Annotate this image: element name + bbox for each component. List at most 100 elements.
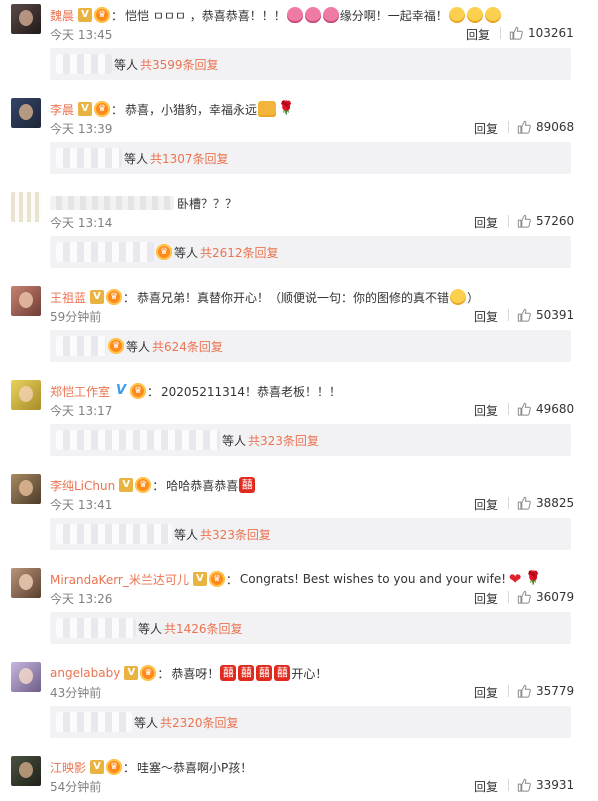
double-happiness-emoji-icon: 囍 — [256, 665, 273, 681]
comment-text: 卧槽？？？ — [177, 196, 238, 211]
comment-item: MirandaKerr_米兰达可儿 V ♛ ： Congrats! Best w… — [0, 564, 598, 658]
avatar[interactable] — [11, 4, 41, 34]
avatar[interactable] — [11, 474, 41, 504]
like-button[interactable]: 89068 — [508, 120, 574, 134]
avatar[interactable] — [11, 286, 41, 316]
username[interactable]: 郑恺工作室 — [50, 383, 110, 400]
username[interactable]: 李纯LiChun — [50, 477, 115, 494]
username[interactable]: 李晨 — [50, 101, 74, 118]
comment-content: 李纯LiChun V ♛ ： 哈哈恭喜恭喜 囍 — [50, 474, 256, 496]
fan-medal-icon: ♛ — [135, 477, 152, 493]
reply-button[interactable]: 回复 — [474, 120, 498, 137]
like-count: 89068 — [536, 120, 575, 134]
reply-button[interactable]: 回复 — [474, 778, 498, 795]
total-replies-link[interactable]: 共2612条回复 — [200, 244, 279, 261]
reply-button[interactable]: 回复 — [474, 590, 498, 607]
comment-item: angelababy V ♛ ： 恭喜呀！ 囍 囍 囍 囍 开心！ 43分钟前 … — [0, 658, 598, 752]
username[interactable]: 王祖蓝 — [50, 289, 86, 306]
blurred-usernames — [56, 54, 112, 74]
blurred-usernames — [56, 336, 106, 356]
avatar[interactable] — [11, 756, 41, 786]
avatar[interactable] — [11, 568, 41, 598]
comment-content: 江映影 V ♛ ： 哇塞～恭喜啊小P孩！ — [50, 759, 253, 776]
username[interactable]: angelababy — [50, 666, 120, 680]
double-happiness-emoji-icon: 囍 — [220, 665, 237, 681]
username[interactable]: 魏晨 — [50, 7, 74, 24]
username[interactable]: MirandaKerr_米兰达可儿 — [50, 571, 189, 588]
like-button[interactable]: 36079 — [508, 590, 574, 604]
avatar[interactable] — [11, 662, 41, 692]
comment-text: 恺恺 ㅁㅁㅁ ，恭喜恭喜！！！ — [125, 8, 286, 23]
like-button[interactable]: 103261 — [500, 26, 574, 40]
like-button[interactable]: 57260 — [508, 214, 574, 228]
total-replies-link[interactable]: 共1307条回复 — [150, 150, 229, 167]
comment-item: 魏晨 V ♛ ： 恺恺 ㅁㅁㅁ ，恭喜恭喜！！！ 缘分啊！一起幸福！ 今天 13… — [0, 0, 598, 94]
total-replies-link[interactable]: 共624条回复 — [152, 338, 223, 355]
verified-v-icon: V — [90, 290, 105, 304]
avatar[interactable] — [11, 192, 41, 222]
timestamp: 今天 13:41 — [50, 498, 113, 512]
avatar[interactable] — [11, 98, 41, 128]
sub-reply-bar[interactable]: 等人 共323条回复 — [50, 424, 571, 456]
sub-reply-bar[interactable]: ♛ 等人 共2612条回复 — [50, 236, 571, 268]
divider — [508, 215, 509, 227]
comment-text: 恭喜呀！ — [171, 666, 220, 681]
verified-v-icon: V — [90, 760, 105, 774]
comment-text: 恭喜，小猎豹，幸福永远 — [125, 102, 258, 117]
blurred-usernames — [56, 242, 154, 262]
divider — [500, 27, 501, 39]
timestamp: 43分钟前 — [50, 686, 102, 700]
laugh-emoji-icon — [448, 7, 465, 23]
timestamp: 今天 13:45 — [50, 28, 113, 42]
comment-text: 哈哈恭喜恭喜 — [166, 478, 239, 493]
sub-reply-bar[interactable]: ♛ 等人 共624条回复 — [50, 330, 571, 362]
comment-item: 卧槽？？？ 今天 13:14 回复 57260 ♛ 等人 共2612条回复 — [0, 188, 598, 282]
reply-button[interactable]: 回复 — [474, 496, 498, 513]
sub-reply-bar[interactable]: 等人 共1426条回复 — [50, 612, 571, 644]
like-button[interactable]: 33931 — [508, 778, 574, 792]
blurred-usernames — [56, 712, 132, 732]
total-replies-link[interactable]: 共2320条回复 — [160, 714, 239, 731]
reply-button[interactable]: 回复 — [466, 26, 490, 43]
like-button[interactable]: 50391 — [508, 308, 574, 322]
divider — [508, 403, 509, 415]
total-replies-link[interactable]: 共323条回复 — [248, 432, 319, 449]
sub-reply-bar[interactable]: 等人 共1307条回复 — [50, 142, 571, 174]
double-happiness-emoji-icon: 囍 — [239, 477, 256, 493]
reply-button[interactable]: 回复 — [474, 402, 498, 419]
fan-medal-icon: ♛ — [208, 571, 225, 587]
thumbs-up-icon — [517, 778, 531, 792]
comment-text: 恭喜兄弟！真替你开心！（顺便说一句：你的图修的真不错 — [137, 290, 450, 305]
reply-button[interactable]: 回复 — [474, 684, 498, 701]
reply-button[interactable]: 回复 — [474, 308, 498, 325]
fan-medal-icon: ♛ — [108, 338, 124, 354]
avatar[interactable] — [11, 380, 41, 410]
like-button[interactable]: 49680 — [508, 402, 574, 416]
laugh-emoji-icon — [484, 7, 501, 23]
fan-medal-icon: ♛ — [140, 665, 157, 681]
comment-item: 李晨 V ♛ ： 恭喜，小猎豹，幸福永远 🌹 今天 13:39 回复 89068… — [0, 94, 598, 188]
sub-reply-bar[interactable]: 等人 共323条回复 — [50, 518, 571, 550]
reply-button[interactable]: 回复 — [474, 214, 498, 231]
comment-meta: 59分钟前 回复 50391 — [50, 308, 598, 324]
comment-content: 郑恺工作室 V ♛ ： 20205211314！恭喜老板！！！ — [50, 383, 342, 400]
comment-meta: 今天 13:17 回复 49680 — [50, 402, 598, 418]
like-button[interactable]: 35779 — [508, 684, 574, 698]
sub-reply-label: 等人 — [114, 57, 139, 72]
total-replies-link[interactable]: 共3599条回复 — [140, 56, 219, 73]
sub-reply-bar[interactable]: 等人 共3599条回复 — [50, 48, 571, 80]
thumbs-up-icon — [517, 684, 531, 698]
total-replies-link[interactable]: 共323条回复 — [200, 526, 271, 543]
heart-emoji-icon — [286, 7, 303, 23]
like-count: 103261 — [528, 26, 574, 40]
sub-reply-label: 等人 — [126, 339, 151, 354]
divider — [508, 309, 509, 321]
username[interactable]: 江映影 — [50, 759, 86, 776]
thumbs-up-icon — [517, 308, 531, 322]
timestamp: 59分钟前 — [50, 310, 102, 324]
sub-reply-bar[interactable]: 等人 共2320条回复 — [50, 706, 571, 738]
like-button[interactable]: 38825 — [508, 496, 574, 510]
total-replies-link[interactable]: 共1426条回复 — [164, 620, 243, 637]
sub-reply-label: 等人 — [222, 433, 247, 448]
thumbs-up-icon — [509, 26, 523, 40]
